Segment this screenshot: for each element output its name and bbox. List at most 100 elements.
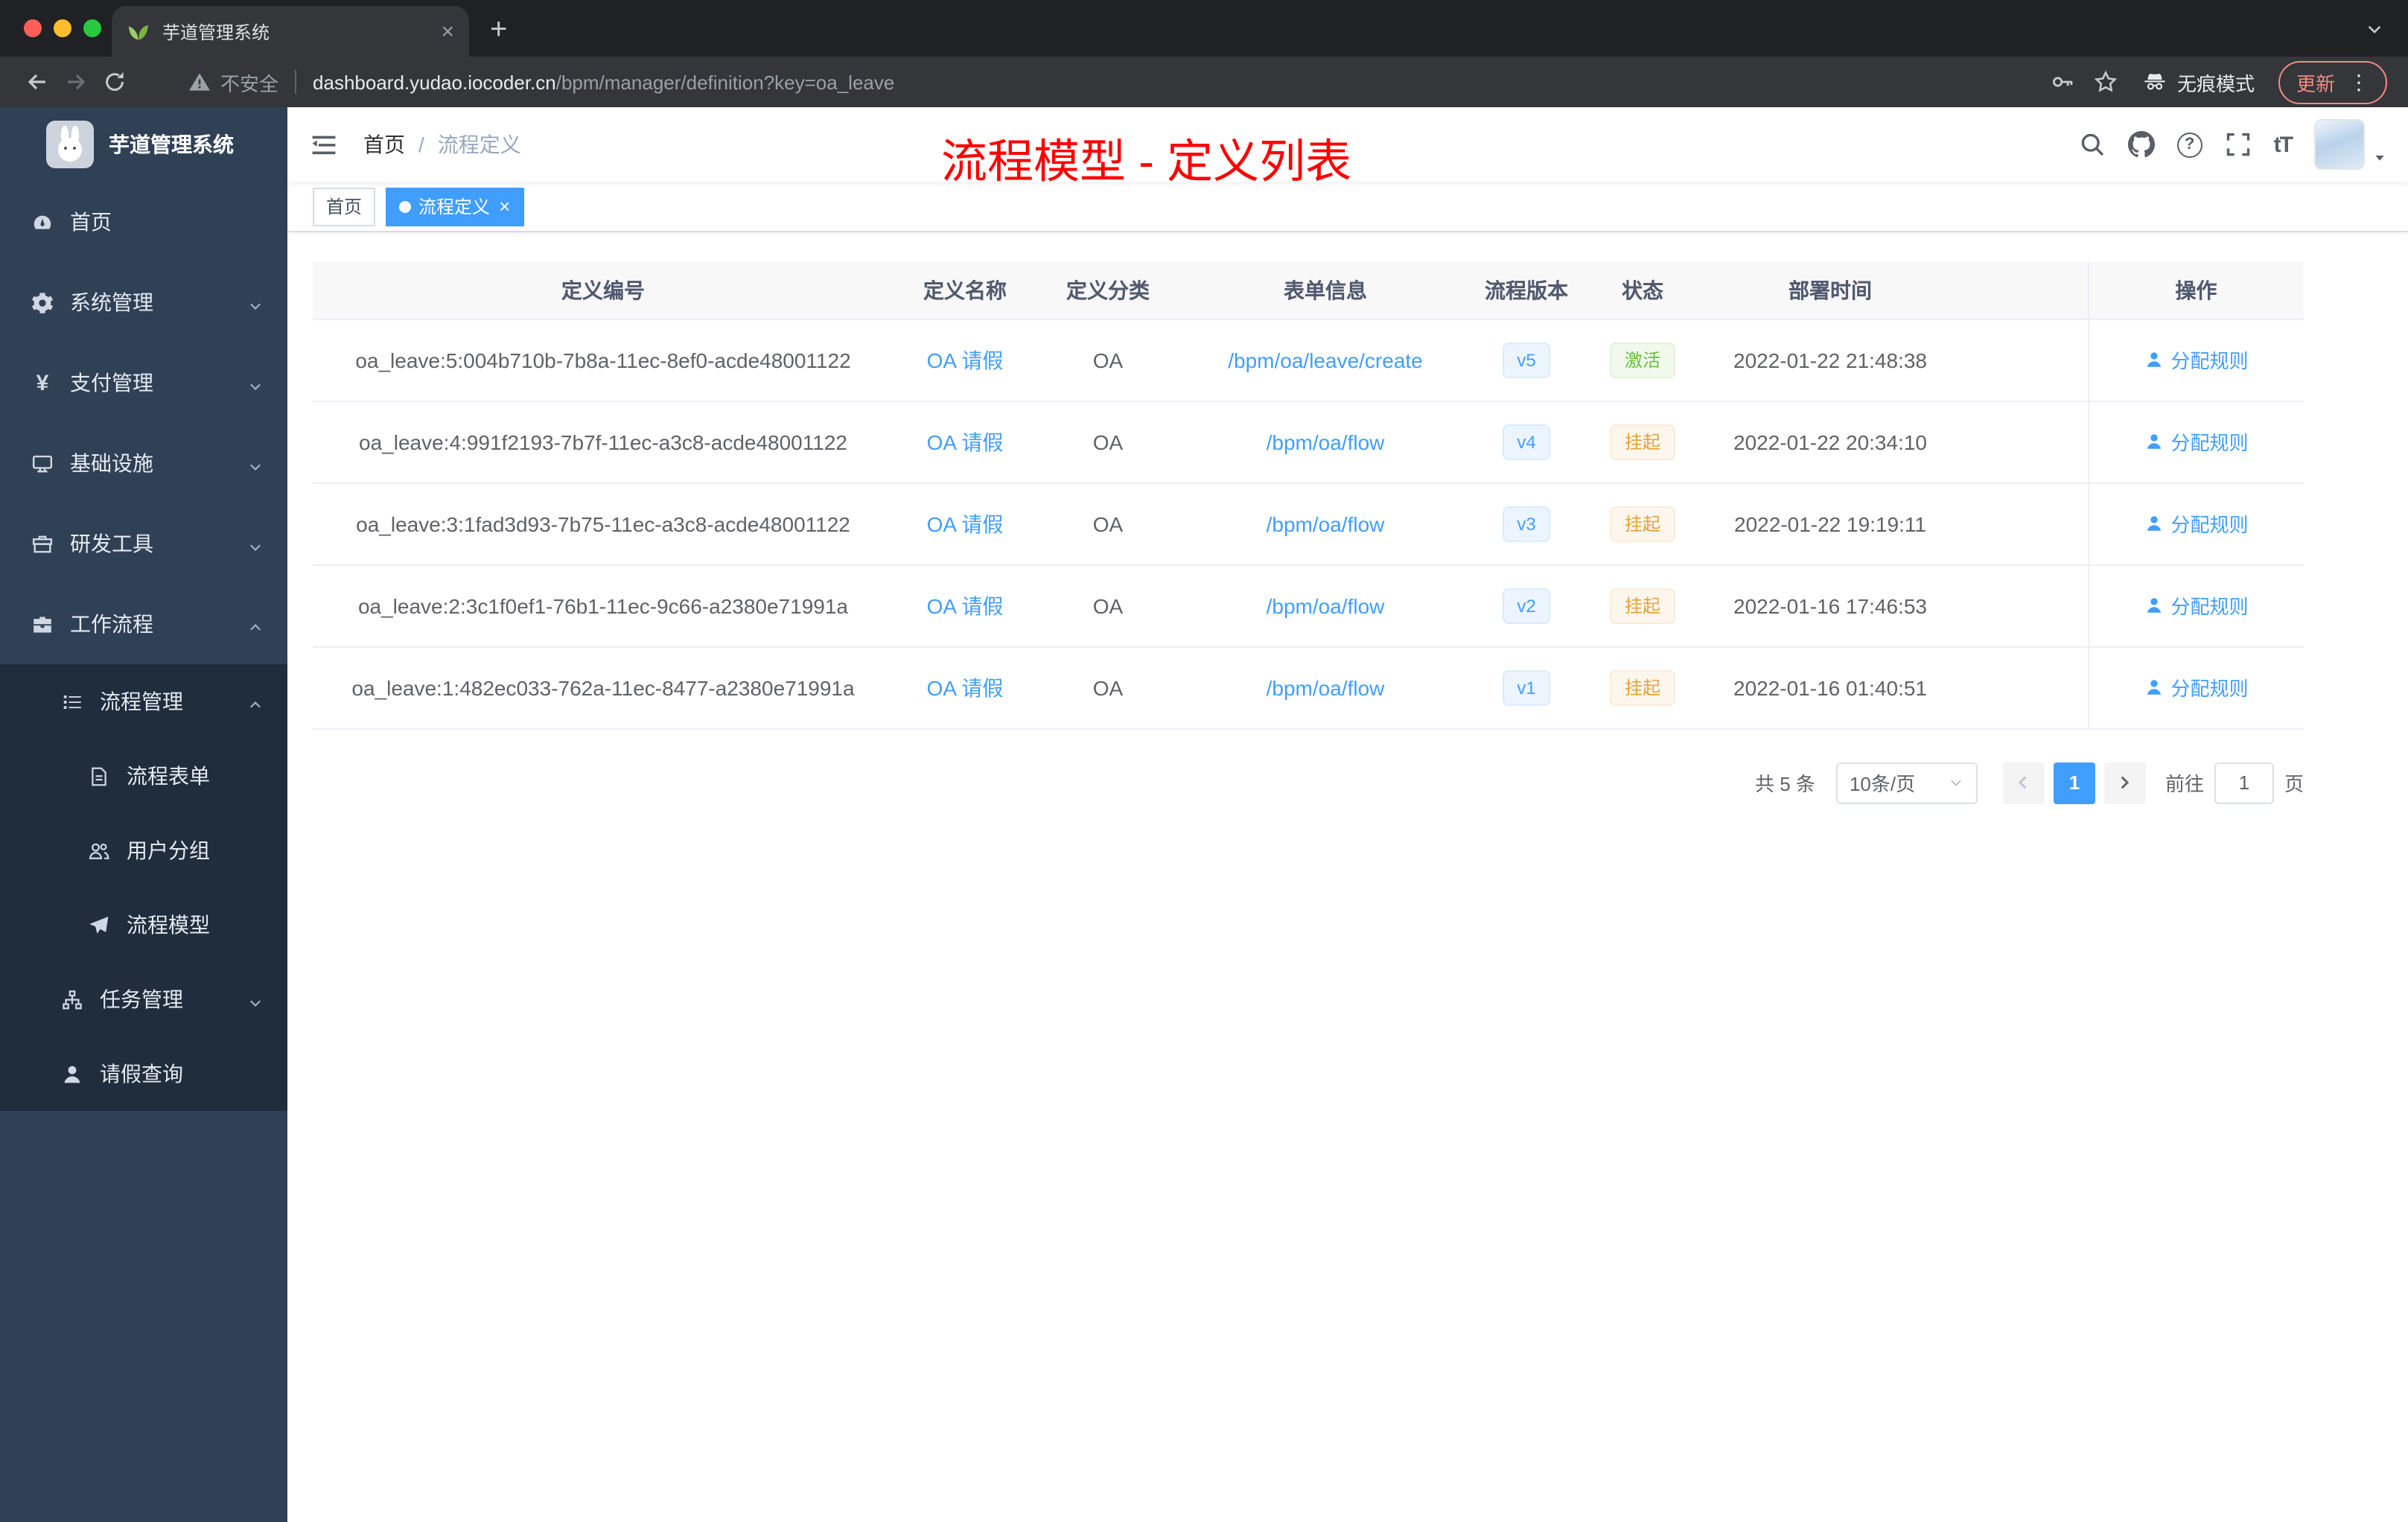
assign-rule-link[interactable]: 分配规则 — [2144, 509, 2249, 538]
deploy-time-cell: 2022-01-22 21:48:38 — [1704, 319, 1957, 401]
chevron-up-icon — [247, 616, 264, 632]
status-cell: 挂起 — [1582, 401, 1704, 483]
bookmark-star-icon[interactable] — [2094, 70, 2118, 94]
font-size-icon[interactable]: tT — [2274, 132, 2293, 157]
table-header-row: 定义编号 定义名称 定义分类 表单信息 流程版本 状态 部署时间 操作 — [313, 262, 2304, 319]
status-cell: 挂起 — [1582, 564, 1704, 647]
navbar-actions: ? tT — [2079, 119, 2387, 170]
form-link[interactable]: /bpm/oa/leave/create — [1228, 348, 1423, 372]
breadcrumb-home[interactable]: 首页 — [363, 130, 405, 159]
page-size-select[interactable]: 10条/页 — [1835, 762, 1978, 803]
security-chip[interactable]: 不安全 — [188, 68, 278, 96]
definition-id-cell: oa_leave:2:3c1f0ef1-76b1-11ec-9c66-a2380… — [313, 564, 894, 647]
sidebar-item-payment-management[interactable]: ¥ 支付管理 — [0, 343, 287, 423]
fullscreen-icon[interactable] — [2225, 131, 2252, 158]
incognito-badge: 无痕模式 — [2143, 68, 2255, 96]
tag-home[interactable]: 首页 — [313, 187, 376, 226]
definition-name-link[interactable]: OA 请假 — [927, 593, 1004, 617]
sidebar-item-home[interactable]: 首页 — [0, 182, 287, 262]
prev-page-button[interactable] — [2002, 762, 2045, 803]
tab-strip: 芋道管理系统 × + — [0, 0, 2408, 57]
assign-rule-link[interactable]: 分配规则 — [2144, 673, 2249, 701]
sidebar-item-process-form[interactable]: 流程表单 — [0, 739, 287, 813]
sidebar-item-leave-query[interactable]: 请假查询 — [0, 1037, 287, 1111]
column-header-6: 状态 — [1582, 262, 1704, 319]
sidebar-item-process-model[interactable]: 流程模型 — [0, 888, 287, 962]
spacer-cell — [1957, 646, 2088, 729]
definition-name-cell: OA 请假 — [894, 564, 1036, 647]
form-link[interactable]: /bpm/oa/flow — [1267, 593, 1385, 617]
definition-name-link[interactable]: OA 请假 — [927, 675, 1004, 699]
reload-button[interactable] — [95, 63, 134, 101]
app-logo-row[interactable]: 芋道管理系统 — [0, 107, 287, 182]
assign-rule-link[interactable]: 分配规则 — [2144, 427, 2249, 456]
sidebar-item-label: 请假查询 — [100, 1062, 183, 1086]
tab-title: 芋道管理系统 — [162, 22, 270, 42]
github-icon[interactable] — [2127, 131, 2155, 158]
operation-cell: 分配规则 — [2087, 319, 2304, 401]
minimize-window-button[interactable] — [54, 19, 71, 37]
assign-rule-label: 分配规则 — [2170, 350, 2249, 372]
tag-process-definition[interactable]: 流程定义 × — [386, 187, 524, 226]
group-icon — [88, 839, 110, 862]
address-bar[interactable]: dashboard.yudao.iocoder.cn/bpm/manager/d… — [313, 71, 2051, 93]
breadcrumb-current: 流程定义 — [437, 133, 521, 156]
sidebar-toggle-hamburger-icon[interactable] — [310, 130, 338, 159]
sidebar-item-process-management[interactable]: 流程管理 — [0, 664, 287, 739]
assign-rule-link[interactable]: 分配规则 — [2144, 591, 2249, 620]
tag-close-icon[interactable]: × — [499, 197, 510, 216]
chevron-down-icon — [247, 375, 264, 391]
browser-tab[interactable]: 芋道管理系统 × — [112, 6, 469, 57]
back-button[interactable] — [18, 63, 57, 101]
search-icon[interactable] — [2079, 131, 2106, 158]
update-button[interactable]: 更新 ⋮ — [2278, 60, 2387, 104]
tab-list-chevron-icon[interactable] — [2365, 19, 2384, 39]
next-page-button[interactable] — [2103, 762, 2146, 803]
avatar[interactable] — [2314, 119, 2365, 170]
goto-page-input[interactable] — [2214, 762, 2274, 803]
browser-menu-kebab-icon[interactable]: ⋮ — [2348, 71, 2369, 92]
form-link[interactable]: /bpm/oa/flow — [1267, 675, 1385, 699]
operation-cell: 分配规则 — [2087, 483, 2304, 565]
zoom-window-button[interactable] — [83, 19, 101, 37]
definition-category-cell: OA — [1036, 646, 1179, 729]
sidebar-item-workflow[interactable]: 工作流程 — [0, 584, 287, 664]
chevron-down-icon — [247, 991, 264, 1007]
spacer-cell — [1957, 564, 2088, 647]
user-avatar-menu[interactable] — [2314, 119, 2387, 170]
sidebar-item-user-group[interactable]: 用户分组 — [0, 813, 287, 888]
table-body: oa_leave:5:004b710b-7b8a-11ec-8ef0-acde4… — [313, 319, 2304, 729]
sidebar-item-dev-tools[interactable]: 研发工具 — [0, 503, 287, 584]
form-info-cell: /bpm/oa/flow — [1179, 401, 1471, 483]
page-1-button[interactable]: 1 — [2053, 762, 2095, 803]
definition-name-link[interactable]: OA 请假 — [927, 512, 1004, 535]
form-link[interactable]: /bpm/oa/flow — [1267, 512, 1385, 535]
form-link[interactable]: /bpm/oa/flow — [1267, 430, 1385, 453]
definition-name-link[interactable]: OA 请假 — [927, 348, 1004, 372]
total-count: 共 5 条 — [1755, 773, 1815, 795]
assign-rule-link[interactable]: 分配规则 — [2144, 346, 2249, 374]
definition-id-cell: oa_leave:1:482ec033-762a-11ec-8477-a2380… — [313, 646, 894, 729]
forward-button[interactable] — [57, 63, 95, 101]
page-content: 定义编号 定义名称 定义分类 表单信息 流程版本 状态 部署时间 操作 oa_leave:5:… — [287, 232, 2408, 1522]
browser-window: 芋道管理系统 × + 不安全 dashboard.yudao.iocoder.c… — [0, 0, 2408, 1522]
chevron-up-icon — [247, 693, 264, 710]
help-icon[interactable]: ? — [2176, 132, 2202, 157]
sidebar-item-label: 首页 — [70, 210, 112, 234]
table-row: oa_leave:1:482ec033-762a-11ec-8477-a2380… — [313, 646, 2304, 729]
tab-close-icon[interactable]: × — [441, 20, 454, 42]
person-icon — [2144, 432, 2163, 451]
key-icon[interactable] — [2051, 70, 2074, 94]
close-window-button[interactable] — [24, 19, 42, 37]
status-cell: 挂起 — [1582, 483, 1704, 565]
definition-name-link[interactable]: OA 请假 — [927, 430, 1004, 453]
tag-label: 首页 — [326, 197, 363, 217]
sidebar-item-infrastructure[interactable]: 基础设施 — [0, 423, 287, 503]
sidebar-item-task-management[interactable]: 任务管理 — [0, 962, 287, 1037]
select-caret-down-icon — [1948, 774, 1964, 791]
sidebar-item-system-management[interactable]: 系统管理 — [0, 262, 287, 343]
app-title: 芋道管理系统 — [109, 133, 234, 156]
new-tab-button[interactable]: + — [490, 15, 507, 45]
version-cell: v5 — [1471, 319, 1582, 401]
page-unit-label: 页 — [2284, 773, 2304, 795]
